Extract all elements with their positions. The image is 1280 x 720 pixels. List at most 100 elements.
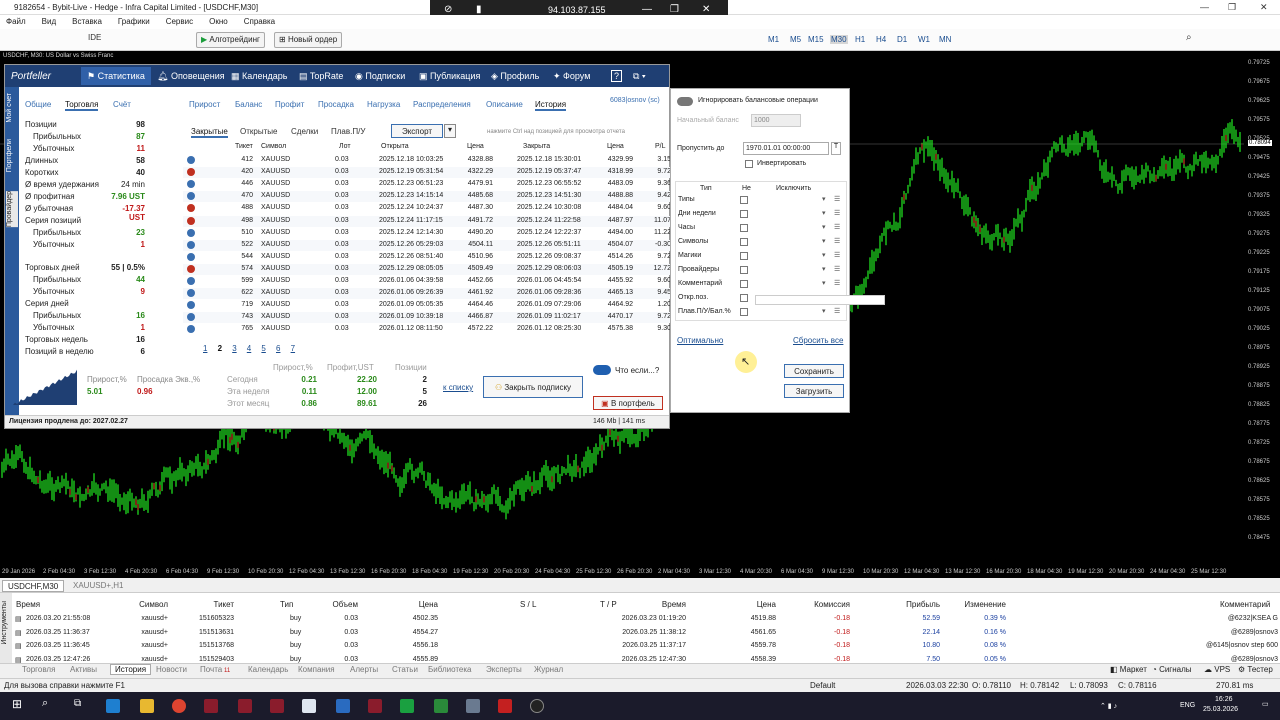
- menu-insert[interactable]: Вставка: [72, 17, 102, 26]
- table-row[interactable]: 765 XAUUSD 0.03 2026.01.12 08:11:50 4572.22 2…: [183, 324, 673, 335]
- terminal-tab[interactable]: Эксперты: [486, 665, 522, 674]
- filter-list-icon[interactable]: ☰: [834, 307, 840, 315]
- vtab-provider[interactable]: Провайдер: [6, 191, 18, 228]
- nav-alerts[interactable]: 🔔︎ Оповещения: [157, 71, 225, 82]
- new-order-button[interactable]: ⊞ Новый ордер: [274, 32, 343, 48]
- tab-market[interactable]: ◧ Маркет: [1110, 665, 1147, 674]
- maximize-icon[interactable]: ❐: [1228, 2, 1236, 13]
- filter-not-checkbox[interactable]: [740, 224, 748, 232]
- filter-dropdown-icon[interactable]: ▾: [822, 265, 826, 273]
- terminal-tab[interactable]: Библиотека: [428, 665, 472, 674]
- table-row[interactable]: 522 XAUUSD 0.03 2025.12.26 05:29:03 4504.11 2…: [183, 239, 673, 251]
- export-dropdown-icon[interactable]: ▾: [444, 124, 456, 138]
- terminal-tab[interactable]: Торговля: [22, 665, 55, 674]
- terminal-col[interactable]: Комиссия: [780, 600, 850, 609]
- terminal-2-icon[interactable]: [238, 699, 252, 713]
- nav-publication[interactable]: ▣ Публикация: [419, 71, 480, 82]
- search-icon[interactable]: ⌕: [1186, 32, 1192, 43]
- page-3[interactable]: 3: [232, 344, 236, 353]
- terminal-tab[interactable]: Почта: [200, 665, 222, 674]
- terminal-tab[interactable]: Статьи: [392, 665, 418, 674]
- restore-icon[interactable]: ❐: [670, 4, 679, 15]
- tab-load[interactable]: Нагрузка: [367, 100, 400, 109]
- remote-desktop-icon[interactable]: [466, 699, 480, 713]
- ide-button[interactable]: IDE: [88, 33, 101, 47]
- filter-dropdown-icon[interactable]: ▾: [822, 251, 826, 259]
- terminal-col[interactable]: T / P: [600, 600, 617, 609]
- vtab-my-account[interactable]: Мой счет: [6, 93, 18, 123]
- page-1[interactable]: 1: [203, 344, 207, 353]
- filter-list-icon[interactable]: ☰: [834, 237, 840, 245]
- timeframe-m1[interactable]: M1: [768, 35, 779, 44]
- tab-general[interactable]: Общие: [25, 100, 51, 109]
- filter-not-checkbox[interactable]: [740, 294, 748, 302]
- nav-statistics[interactable]: ⚑ Статистика: [81, 67, 151, 85]
- tray-icons[interactable]: ⌃ ▮ ♪: [1100, 702, 1117, 710]
- menu-charts[interactable]: Графики: [118, 17, 150, 26]
- terminal-row[interactable]: ▤ 2026.03.25 11:36:45 xauusd+ 151513768 buy 0…: [12, 640, 1280, 653]
- terminal-tab[interactable]: История: [110, 664, 152, 675]
- language-indicator[interactable]: ENG: [1180, 702, 1195, 709]
- timeframe-h4[interactable]: H4: [876, 35, 886, 44]
- export-button[interactable]: Экспорт: [391, 124, 443, 138]
- table-row[interactable]: 488 XAUUSD 0.03 2025.12.24 10:24:37 4487.30 2…: [183, 203, 673, 214]
- menu-view[interactable]: Вид: [42, 17, 56, 26]
- tab-vps[interactable]: ☁ VPS: [1204, 665, 1230, 674]
- skip-to-input[interactable]: 1970.01.01 00:00:00: [743, 142, 829, 155]
- terminal-col[interactable]: Тикет: [164, 600, 234, 609]
- calendar-picker-icon[interactable]: T: [831, 142, 841, 155]
- terminal-tab[interactable]: Компания: [298, 665, 335, 674]
- start-balance-input[interactable]: 1000: [751, 114, 801, 127]
- windows-start-icon[interactable]: ⊞: [12, 697, 26, 711]
- terminal-col[interactable]: Время: [16, 600, 40, 609]
- timeframe-d1[interactable]: D1: [897, 35, 907, 44]
- close-icon[interactable]: ✕: [702, 4, 710, 15]
- tab-drawdown[interactable]: Просадка: [318, 100, 354, 109]
- filter-list-icon[interactable]: ☰: [834, 279, 840, 287]
- terminal-col[interactable]: Цена: [368, 600, 438, 609]
- timeframe-m5[interactable]: M5: [790, 35, 801, 44]
- page-6[interactable]: 6: [276, 344, 280, 353]
- terminal-col[interactable]: Комментарий: [1220, 600, 1270, 609]
- chart-tab-usdchf[interactable]: USDCHF,M30: [2, 580, 65, 592]
- file-explorer-icon[interactable]: [140, 699, 154, 713]
- to-list-link[interactable]: к списку: [443, 383, 473, 392]
- terminal-col[interactable]: Символ: [98, 600, 168, 609]
- nav-forum[interactable]: ✦ Форум: [553, 71, 590, 82]
- terminal-row[interactable]: ▤ 2026.03.25 11:36:37 xauusd+ 151513631 buy 0…: [12, 627, 1280, 640]
- help-icon[interactable]: ?: [611, 70, 623, 82]
- terminal-col[interactable]: Время: [616, 600, 686, 609]
- table-row[interactable]: 510 XAUUSD 0.03 2025.12.24 12:14:30 4490.20 2…: [183, 228, 673, 239]
- github-icon[interactable]: [530, 699, 544, 713]
- page-4[interactable]: 4: [247, 344, 251, 353]
- vtab-portfolios[interactable]: Портфели: [6, 139, 18, 172]
- filter-not-checkbox[interactable]: [740, 210, 748, 218]
- timeframe-m30[interactable]: M30: [830, 35, 848, 44]
- filter-dropdown-icon[interactable]: ▾: [822, 195, 826, 203]
- timeframe-m15[interactable]: M15: [808, 35, 824, 44]
- nav-calendar[interactable]: ▦ Календарь: [231, 71, 287, 82]
- reset-all-link[interactable]: Сбросить все: [793, 336, 843, 345]
- optimal-link[interactable]: Оптимально: [677, 336, 723, 345]
- tab-history[interactable]: История: [535, 100, 567, 111]
- terminal-col[interactable]: Изменение: [936, 600, 1006, 609]
- filter-list-icon[interactable]: ☰: [834, 209, 840, 217]
- nav-subscriptions[interactable]: ◉ Подписки: [355, 71, 405, 82]
- filter-not-checkbox[interactable]: [740, 252, 748, 260]
- invert-checkbox[interactable]: [745, 160, 753, 168]
- table-row[interactable]: 574 XAUUSD 0.03 2025.12.29 08:05:05 4509.49 2…: [183, 263, 673, 275]
- terminal-col[interactable]: S / L: [520, 600, 536, 609]
- nav-profile[interactable]: ◈ Профиль: [491, 71, 539, 82]
- minimize-icon[interactable]: —: [642, 4, 652, 15]
- account-link[interactable]: 6083|osnov (sc): [610, 97, 660, 104]
- tab-signals[interactable]: ◔ Сигналы: [1152, 665, 1192, 674]
- clock-time[interactable]: 16:26: [1215, 696, 1233, 703]
- tab-balance[interactable]: Баланс: [235, 100, 262, 109]
- notepad-icon[interactable]: [302, 699, 316, 713]
- subtab-closed[interactable]: Закрытые: [191, 127, 228, 138]
- terminal-tab[interactable]: Новости: [156, 665, 187, 674]
- open-positions-input[interactable]: [755, 295, 885, 305]
- terminal-col[interactable]: Прибыль: [870, 600, 940, 609]
- tab-tester[interactable]: ⚙ Тестер: [1238, 665, 1273, 674]
- filter-not-checkbox[interactable]: [740, 266, 748, 274]
